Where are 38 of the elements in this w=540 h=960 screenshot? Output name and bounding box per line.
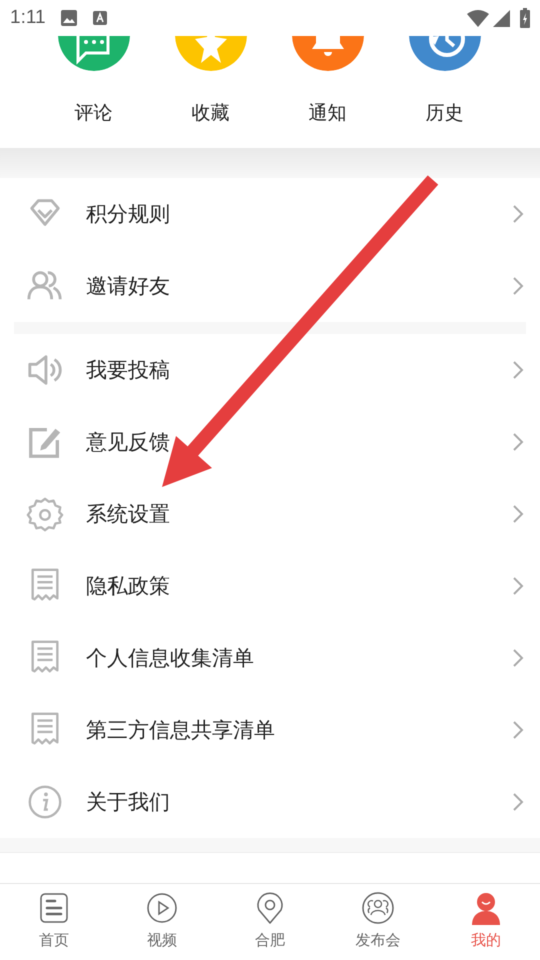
tab[interactable]: 合肥 (216, 884, 324, 960)
tab[interactable]: 我的 (432, 884, 540, 960)
person-icon (469, 891, 503, 925)
signal-icon (492, 9, 510, 27)
menu-item[interactable]: 邀请好友 (86, 272, 512, 300)
info-icon (26, 783, 64, 821)
shortcut-label[interactable]: 历史 (426, 100, 464, 126)
wifi-icon (466, 9, 490, 27)
battery-icon (520, 8, 530, 28)
menu-item[interactable]: 第三方信息共享清单 (86, 716, 512, 744)
chevron-icon (512, 576, 524, 596)
group-icon (361, 891, 395, 925)
menu-item[interactable]: 个人信息收集清单 (86, 644, 512, 672)
image-icon (60, 9, 78, 27)
menu-item[interactable]: 我要投稿 (86, 356, 512, 384)
menu-item[interactable]: 关于我们 (86, 788, 512, 816)
tab[interactable]: 发布会 (324, 884, 432, 960)
menu-item[interactable]: 系统设置 (86, 500, 512, 528)
menu-item[interactable]: 积分规则 (86, 200, 512, 228)
status-time: 1:11 (10, 7, 46, 29)
chevron-icon (512, 648, 524, 668)
notification-icon (92, 10, 108, 26)
tab[interactable]: 视频 (108, 884, 216, 960)
chevron-icon (512, 360, 524, 380)
settings-icon (26, 495, 64, 533)
chevron-icon (512, 720, 524, 740)
chevron-icon (512, 792, 524, 812)
shortcut-label[interactable]: 收藏 (192, 100, 230, 126)
shortcut-label[interactable]: 通知 (308, 100, 346, 126)
chevron-icon (512, 276, 524, 296)
chevron-icon (512, 432, 524, 452)
shortcut-label[interactable]: 评论 (74, 100, 112, 126)
play-icon (145, 891, 179, 925)
chevron-icon (512, 504, 524, 524)
menu-item[interactable]: 隐私政策 (86, 572, 512, 600)
tab[interactable]: 首页 (0, 884, 108, 960)
menu-item[interactable]: 意见反馈 (86, 428, 512, 456)
chevron-icon (512, 204, 524, 224)
